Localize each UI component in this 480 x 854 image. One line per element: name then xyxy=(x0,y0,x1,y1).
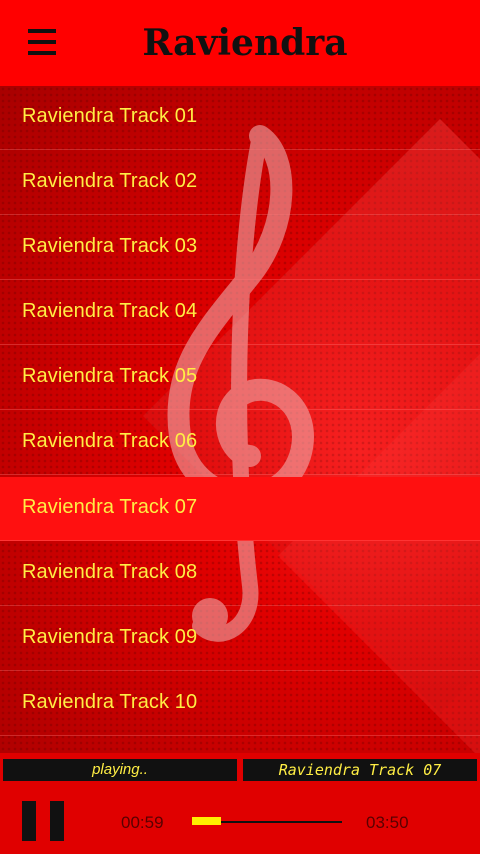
track-label: Raviendra Track 03 xyxy=(22,235,198,257)
track-item-05[interactable]: Raviendra Track 05 xyxy=(0,346,480,410)
track-label: Raviendra Track 07 xyxy=(22,496,198,518)
track-label: Raviendra Track 08 xyxy=(22,561,198,583)
track-label: Raviendra Track 06 xyxy=(22,430,198,452)
track-item-04[interactable]: Raviendra Track 04 xyxy=(0,281,480,345)
track-label: Raviendra Track 09 xyxy=(22,626,198,648)
track-item-03[interactable]: Raviendra Track 03 xyxy=(0,216,480,280)
track-item-06[interactable]: Raviendra Track 06 xyxy=(0,411,480,475)
track-item-02[interactable]: Raviendra Track 02 xyxy=(0,151,480,215)
track-label: Raviendra Track 05 xyxy=(22,365,198,387)
pause-icon[interactable] xyxy=(22,801,64,841)
total-time: 03:50 xyxy=(366,813,409,832)
track-label: Raviendra Track 02 xyxy=(22,170,198,192)
app-title: Raviendra xyxy=(142,22,348,64)
track-item-09[interactable]: Raviendra Track 09 xyxy=(0,607,480,671)
seek-progress xyxy=(192,817,221,825)
seek-bar[interactable] xyxy=(192,817,342,827)
track-label: Raviendra Track 10 xyxy=(22,691,198,713)
now-playing-title: Raviendra Track 07 xyxy=(243,759,477,781)
track-list[interactable]: Raviendra Track 01 Raviendra Track 02 Ra… xyxy=(0,86,480,753)
track-item-01[interactable]: Raviendra Track 01 xyxy=(0,86,480,150)
player-bar: playing.. Raviendra Track 07 00:59 03:50 xyxy=(0,753,480,854)
track-item-08[interactable]: Raviendra Track 08 xyxy=(0,542,480,606)
current-time: 00:59 xyxy=(121,813,164,832)
playback-status: playing.. xyxy=(3,759,237,781)
app-header: Raviendra xyxy=(0,0,480,86)
track-item-07[interactable]: Raviendra Track 07 xyxy=(0,477,480,541)
track-item-10[interactable]: Raviendra Track 10 xyxy=(0,672,480,736)
track-label: Raviendra Track 04 xyxy=(22,300,198,322)
track-label: Raviendra Track 01 xyxy=(22,105,198,127)
